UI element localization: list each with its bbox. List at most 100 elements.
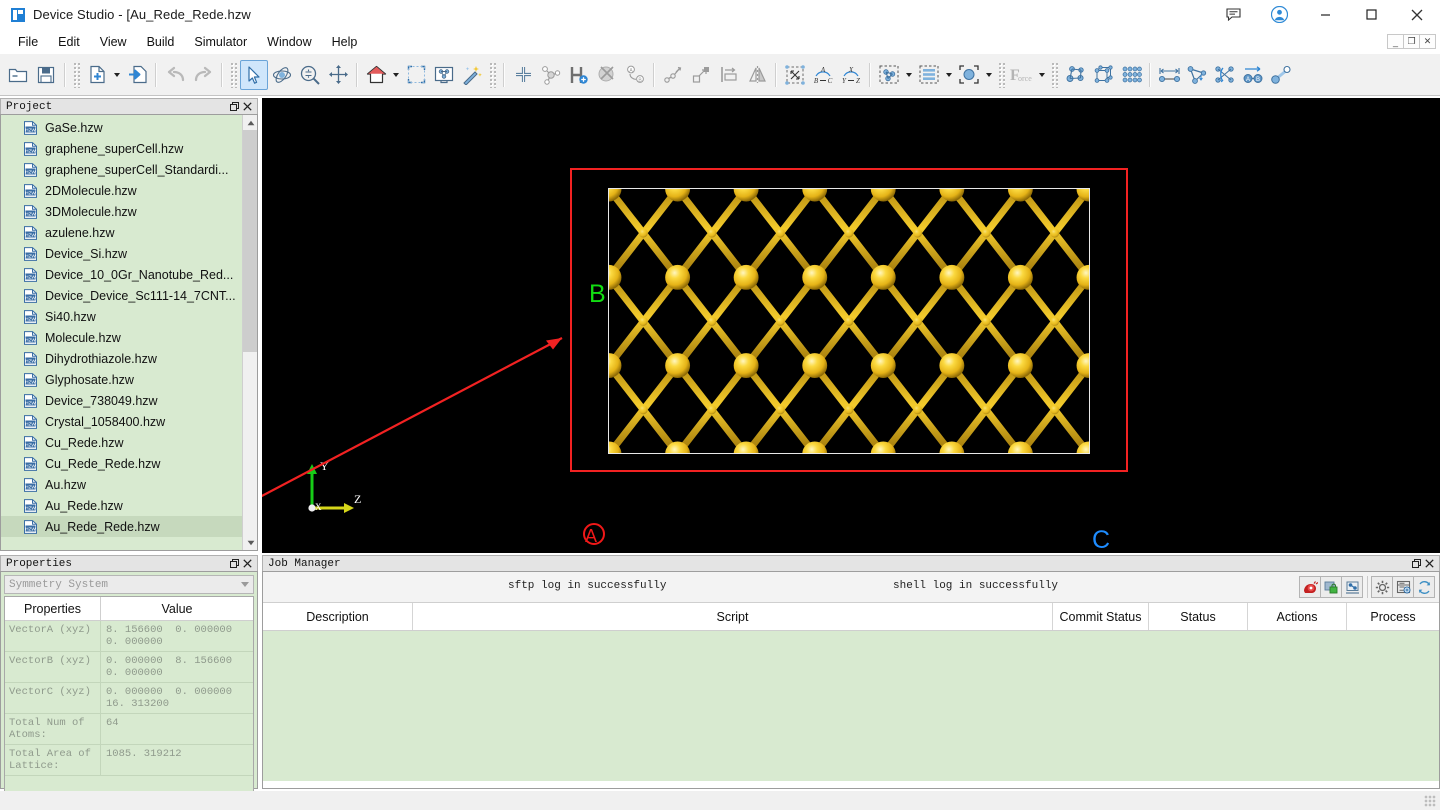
- project-file-item[interactable]: HZWCu_Rede_Rede.hzw: [1, 453, 242, 474]
- vector-ab-icon[interactable]: AB: [1239, 60, 1267, 90]
- project-file-item[interactable]: HZWAu.hzw: [1, 474, 242, 495]
- remote-job-icon[interactable]: [1341, 576, 1363, 598]
- project-file-item[interactable]: HZWCrystal_1058400.hzw: [1, 411, 242, 432]
- project-file-item[interactable]: HZWDihydrothiazole.hzw: [1, 348, 242, 369]
- menu-file[interactable]: File: [8, 32, 48, 52]
- toolbar-grip[interactable]: [230, 62, 237, 88]
- supercell-icon[interactable]: [781, 60, 809, 90]
- sphere-select-icon[interactable]: [955, 60, 983, 90]
- menu-view[interactable]: View: [90, 32, 137, 52]
- project-file-item[interactable]: HZWDevice_Device_Sc111-14_7CNT...: [1, 285, 242, 306]
- project-file-item[interactable]: HZWAu_Rede_Rede.hzw: [1, 516, 242, 537]
- mdi-minimize-button[interactable]: _: [1387, 34, 1404, 49]
- close-icon[interactable]: [241, 557, 254, 570]
- project-file-item[interactable]: HZWDevice_738049.hzw: [1, 390, 242, 411]
- molecule-builder-dropdown-icon[interactable]: [903, 60, 915, 90]
- add-atom-icon[interactable]: [509, 60, 537, 90]
- zoom-icon[interactable]: [296, 60, 324, 90]
- project-file-tree[interactable]: HZWGaSe.hzwHZWgraphene_superCell.hzwHZWg…: [0, 114, 258, 551]
- new-file-icon[interactable]: [83, 60, 111, 90]
- fit-to-window-icon[interactable]: [402, 60, 430, 90]
- menu-simulator[interactable]: Simulator: [184, 32, 257, 52]
- delete-atom-icon[interactable]: [593, 60, 621, 90]
- add-hydrogen-icon[interactable]: [565, 60, 593, 90]
- force-field-dropdown-icon[interactable]: [1036, 60, 1048, 90]
- scale-icon[interactable]: [687, 60, 715, 90]
- measure-distance-icon[interactable]: [1155, 60, 1183, 90]
- mirror-icon[interactable]: [743, 60, 771, 90]
- measure-torsion-icon[interactable]: [1211, 60, 1239, 90]
- home-view-dropdown-icon[interactable]: [390, 60, 402, 90]
- project-file-item[interactable]: HZWMolecule.hzw: [1, 327, 242, 348]
- undo-icon[interactable]: [161, 60, 189, 90]
- account-icon[interactable]: [1256, 0, 1302, 29]
- snail-run-icon[interactable]: [1299, 576, 1321, 598]
- project-file-item[interactable]: HZWDevice_10_0Gr_Nanotube_Red...: [1, 264, 242, 285]
- mdi-restore-button[interactable]: ❐: [1403, 34, 1420, 49]
- settings-gear-icon[interactable]: [1371, 576, 1393, 598]
- scroll-up-button[interactable]: [243, 115, 258, 130]
- save-icon[interactable]: [32, 60, 60, 90]
- home-view-icon[interactable]: [362, 60, 390, 90]
- force-field-icon[interactable]: Force: [1008, 60, 1036, 90]
- bond-network-icon[interactable]: [1061, 60, 1089, 90]
- refresh-icon[interactable]: [1413, 576, 1435, 598]
- menu-build[interactable]: Build: [137, 32, 185, 52]
- menu-help[interactable]: Help: [322, 32, 368, 52]
- mdi-close-button[interactable]: ✕: [1419, 34, 1436, 49]
- toolbar-grip[interactable]: [489, 62, 496, 88]
- open-folder-icon[interactable]: [4, 60, 32, 90]
- toolbar-grip[interactable]: [73, 62, 80, 88]
- server-list-icon[interactable]: [1392, 576, 1414, 598]
- sphere-select-dropdown-icon[interactable]: [983, 60, 995, 90]
- lattice-abc-icon[interactable]: ABC: [809, 60, 837, 90]
- toolbar-grip[interactable]: [998, 62, 1005, 88]
- column-header-script[interactable]: Script: [413, 603, 1053, 630]
- toolbar-grip[interactable]: [1051, 62, 1058, 88]
- symmetry-system-select[interactable]: Symmetry System: [4, 575, 254, 594]
- project-file-item[interactable]: HZW3DMolecule.hzw: [1, 201, 242, 222]
- menu-window[interactable]: Window: [257, 32, 321, 52]
- maximize-button[interactable]: [1348, 0, 1394, 29]
- project-file-item[interactable]: HZWGaSe.hzw: [1, 117, 242, 138]
- project-file-item[interactable]: HZWAu_Rede.hzw: [1, 495, 242, 516]
- align-icon[interactable]: [715, 60, 743, 90]
- layer-stack-icon[interactable]: [915, 60, 943, 90]
- lattice-xyz-icon[interactable]: XYZ: [837, 60, 865, 90]
- restore-icon[interactable]: [1410, 557, 1423, 570]
- measure-angle2-icon[interactable]: [1183, 60, 1211, 90]
- column-header-actions[interactable]: Actions: [1248, 603, 1347, 630]
- magic-wand-icon[interactable]: [458, 60, 486, 90]
- new-file-dropdown-icon[interactable]: [111, 60, 123, 90]
- project-file-item[interactable]: HZWDevice_Si.hzw: [1, 243, 242, 264]
- structure-viewport[interactable]: B C A Y Z X: [262, 98, 1440, 553]
- column-header-status[interactable]: Status: [1149, 603, 1248, 630]
- project-file-item[interactable]: HZWgraphene_superCell_Standardi...: [1, 159, 242, 180]
- select-arrow-icon[interactable]: [240, 60, 268, 90]
- close-button[interactable]: [1394, 0, 1440, 29]
- bond-length-icon[interactable]: [1267, 60, 1295, 90]
- import-file-icon[interactable]: [123, 60, 151, 90]
- close-icon[interactable]: [241, 100, 254, 113]
- menu-edit[interactable]: Edit: [48, 32, 90, 52]
- unit-cell-icon[interactable]: [1089, 60, 1117, 90]
- molecule-builder-icon[interactable]: [875, 60, 903, 90]
- measure-angle-icon[interactable]: [659, 60, 687, 90]
- restore-icon[interactable]: [228, 557, 241, 570]
- modify-atom-icon[interactable]: [537, 60, 565, 90]
- scroll-down-button[interactable]: [243, 535, 258, 550]
- project-file-item[interactable]: HZWazulene.hzw: [1, 222, 242, 243]
- crystal-array-icon[interactable]: [1117, 60, 1145, 90]
- lock-job-icon[interactable]: [1320, 576, 1342, 598]
- redo-icon[interactable]: [189, 60, 217, 90]
- pan-icon[interactable]: [324, 60, 352, 90]
- column-header-description[interactable]: Description: [263, 603, 413, 630]
- column-header-commit-status[interactable]: Commit Status: [1053, 603, 1149, 630]
- job-table-body[interactable]: [263, 631, 1439, 781]
- project-file-item[interactable]: HZWgraphene_superCell.hzw: [1, 138, 242, 159]
- restore-icon[interactable]: [228, 100, 241, 113]
- project-scrollbar[interactable]: [242, 115, 257, 550]
- scrollbar-thumb[interactable]: [243, 130, 258, 352]
- swap-atoms-icon[interactable]: AB: [621, 60, 649, 90]
- project-file-item[interactable]: HZW2DMolecule.hzw: [1, 180, 242, 201]
